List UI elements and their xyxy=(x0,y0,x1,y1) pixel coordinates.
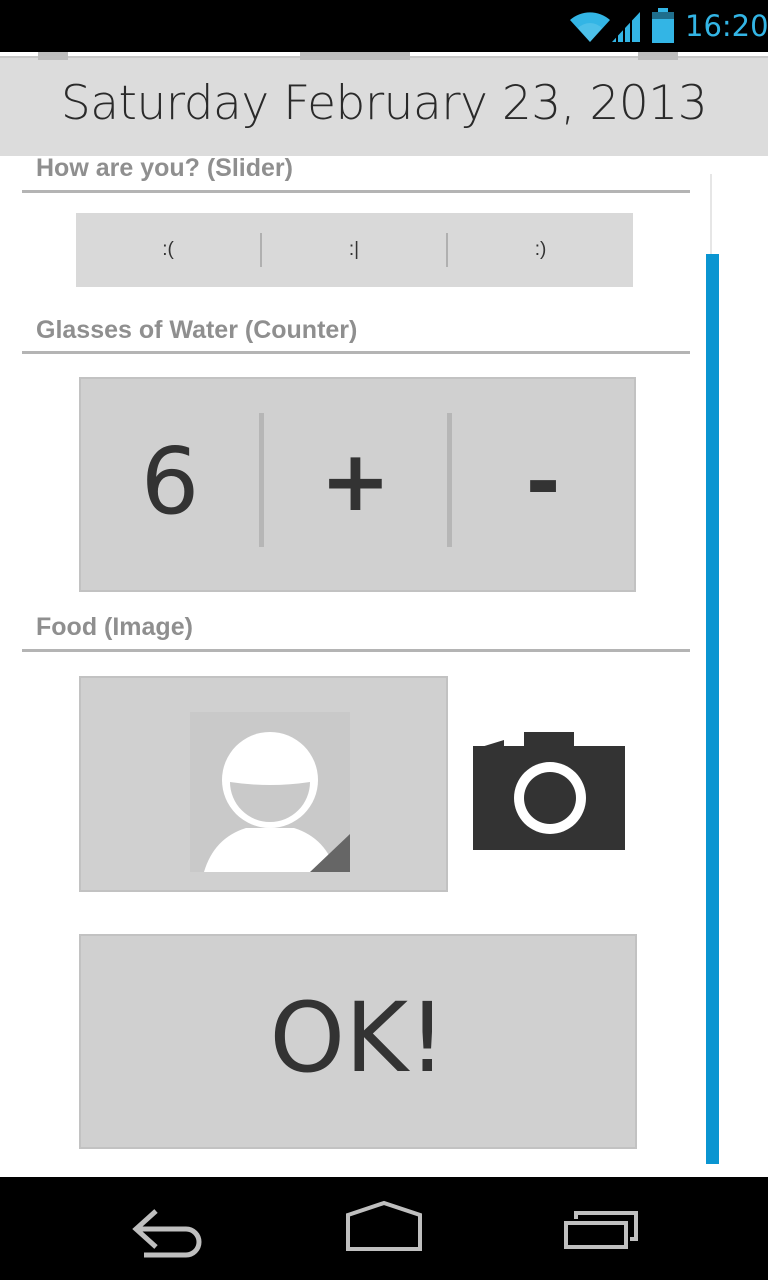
mood-slider[interactable]: :( :| :) xyxy=(76,213,633,287)
mood-option-sad[interactable]: :( xyxy=(76,213,260,287)
camera-icon[interactable] xyxy=(470,730,628,854)
back-icon[interactable] xyxy=(122,1199,222,1259)
status-clock: 16:20 xyxy=(685,9,768,43)
section-divider xyxy=(22,649,690,652)
recent-apps-icon[interactable] xyxy=(552,1199,652,1259)
page-title: Saturday February 23, 2013 xyxy=(60,76,708,131)
date-header: Saturday February 23, 2013 xyxy=(0,52,768,156)
mood-option-happy[interactable]: :) xyxy=(448,213,633,287)
water-section-label: Glasses of Water (Counter) xyxy=(36,316,358,344)
mood-section-label: How are you? (Slider) xyxy=(36,154,293,182)
food-photo[interactable] xyxy=(79,676,448,892)
food-section-label: Food (Image) xyxy=(36,613,193,641)
section-divider xyxy=(22,351,690,354)
underlying-content-peek xyxy=(38,52,68,60)
mood-option-neutral[interactable]: :| xyxy=(262,213,446,287)
underlying-content-peek xyxy=(300,52,410,60)
scroll-track xyxy=(710,174,712,254)
wifi-icon xyxy=(570,12,610,42)
app-screen: 16:20 Saturday February 23, 2013 How are… xyxy=(0,0,768,1280)
section-divider xyxy=(22,190,690,193)
battery-icon xyxy=(652,8,674,43)
water-decrement-button[interactable]: - xyxy=(452,379,634,590)
water-increment-button[interactable]: + xyxy=(264,379,447,590)
water-counter: 6 + - xyxy=(79,377,636,592)
placeholder-person-icon xyxy=(190,712,350,872)
scroll-thumb[interactable] xyxy=(706,254,719,1164)
status-bar: 16:20 xyxy=(0,0,768,52)
underlying-content-peek xyxy=(638,52,678,60)
water-count-value: 6 xyxy=(140,428,200,535)
home-icon[interactable] xyxy=(334,1199,434,1259)
ok-button[interactable]: OK! xyxy=(79,934,637,1149)
signal-icon xyxy=(612,12,640,42)
navigation-bar xyxy=(0,1177,768,1280)
